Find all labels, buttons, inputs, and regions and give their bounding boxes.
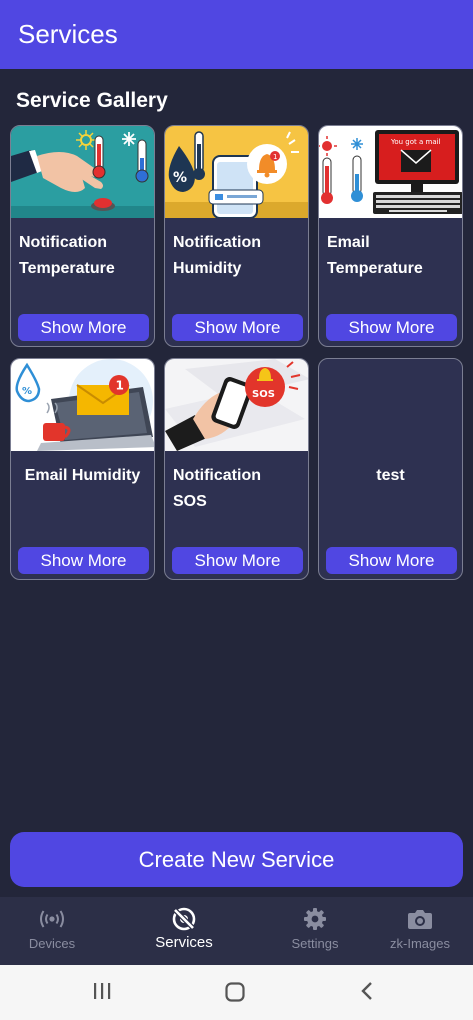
card-title: Notification Temperature — [19, 234, 115, 277]
card-image-notification-temperature — [11, 126, 154, 218]
show-more-button[interactable]: Show More — [172, 547, 303, 574]
nav-label: zk-Images — [390, 936, 450, 951]
svg-text:%: % — [22, 386, 32, 397]
show-more-button[interactable]: Show More — [18, 547, 149, 574]
page-title: Services — [18, 19, 118, 49]
service-card-notification-temperature[interactable]: Notification Temperature Show More — [10, 125, 155, 347]
system-nav-bar — [0, 965, 473, 1020]
email-banner-text: You got a mail — [390, 138, 441, 146]
service-card-email-temperature[interactable]: You got a mail Email Temperature Show Mo… — [318, 125, 463, 347]
bottom-nav: Devices Services Settings zk-Images — [0, 897, 473, 965]
show-more-button[interactable]: Show More — [326, 314, 457, 341]
nav-item-zk-images[interactable]: zk-Images — [380, 897, 460, 965]
app-bar: Services — [0, 0, 473, 69]
nav-item-settings[interactable]: Settings — [275, 897, 355, 965]
section-title: Service Gallery — [16, 89, 168, 112]
svg-text:1: 1 — [273, 153, 277, 161]
card-image-notification-sos: SOS — [165, 359, 308, 451]
email-badge-count: 1 — [116, 379, 124, 393]
service-card-email-humidity[interactable]: % 1 Email Humidity Show More — [10, 358, 155, 580]
card-title: Email Temperature — [327, 234, 423, 277]
service-card-test[interactable]: test Show More — [318, 358, 463, 580]
card-title: Notification SOS — [173, 467, 261, 510]
camera-icon — [407, 907, 433, 931]
card-image-notification-humidity: % 1 — [165, 126, 308, 218]
broadcast-icon — [39, 907, 65, 931]
nav-label: Settings — [291, 936, 339, 951]
gear-icon — [303, 907, 327, 931]
card-title: Email Humidity — [24, 467, 141, 484]
show-more-button[interactable]: Show More — [18, 314, 149, 341]
nav-item-services[interactable]: Services — [140, 897, 228, 965]
services-icon — [171, 907, 197, 931]
nav-item-devices[interactable]: Devices — [12, 897, 92, 965]
sos-badge-text: SOS — [252, 389, 275, 400]
card-image-email-humidity: % 1 — [11, 359, 154, 451]
card-title: test — [376, 467, 405, 484]
card-image-email-temperature: You got a mail — [319, 126, 462, 218]
show-more-button[interactable]: Show More — [172, 314, 303, 341]
show-more-button[interactable]: Show More — [326, 547, 457, 574]
card-title: Notification Humidity — [173, 234, 261, 277]
create-new-service-button[interactable]: Create New Service — [10, 832, 463, 887]
nav-label: Services — [155, 934, 213, 951]
service-card-notification-humidity[interactable]: % 1 Notification Humidity Show More — [164, 125, 309, 347]
nav-label: Devices — [28, 936, 76, 951]
svg-text:%: % — [173, 170, 187, 186]
home-icon[interactable] — [224, 981, 246, 1008]
recent-apps-icon[interactable] — [92, 981, 112, 1006]
service-card-notification-sos[interactable]: SOS Notification SOS Show More — [164, 358, 309, 580]
back-icon[interactable] — [358, 981, 378, 1006]
